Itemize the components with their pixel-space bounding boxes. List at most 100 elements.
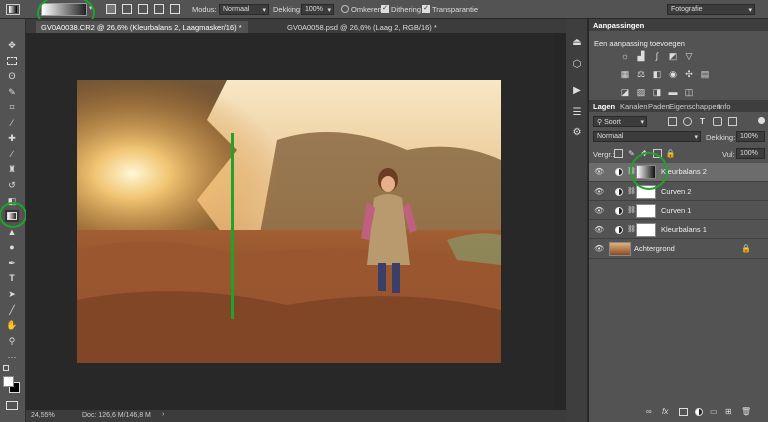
3d-panel-icon[interactable]: ⬡: [570, 57, 584, 71]
document-tab-active[interactable]: GV0A0038.CR2 @ 26,6% (Kleurbalans 2, Laa…: [36, 21, 248, 33]
brush-tool-icon[interactable]: ∕: [5, 148, 19, 160]
line-tool-icon[interactable]: ╱: [5, 304, 19, 316]
healing-brush-tool-icon[interactable]: ✚: [5, 132, 19, 144]
layer-name[interactable]: Curven 1: [661, 206, 691, 215]
hue-saturation-icon[interactable]: ▦: [619, 68, 631, 80]
layer-row[interactable]: 👁 ⛓ Kleurbalans 2: [589, 163, 768, 182]
layer-name[interactable]: Achtergrond: [634, 244, 675, 253]
levels-icon[interactable]: ▟: [635, 50, 647, 62]
posterize-icon[interactable]: ▨: [635, 86, 647, 98]
hand-tool-icon[interactable]: ✋: [5, 319, 19, 331]
layer-row[interactable]: 👁 ⛓ Kleurbalans 1: [589, 221, 768, 239]
clone-stamp-tool-icon[interactable]: ♜: [5, 163, 19, 175]
visibility-eye-icon[interactable]: 👁: [594, 206, 604, 216]
tab-paths[interactable]: Paden: [648, 102, 670, 111]
more-tools-icon[interactable]: ···: [5, 351, 19, 363]
photo-filter-icon[interactable]: ◉: [667, 68, 679, 80]
eyedropper-tool-icon[interactable]: ⁄: [5, 117, 19, 129]
tab-info[interactable]: Info: [718, 102, 731, 111]
mask-link-icon[interactable]: ⛓: [627, 187, 636, 195]
zoom-level[interactable]: 24,55%: [31, 412, 55, 419]
dither-checkbox[interactable]: ✓: [381, 5, 389, 13]
transparency-checkbox[interactable]: ✓: [422, 5, 430, 13]
layer-opacity-field[interactable]: 100%: [736, 131, 765, 142]
adjustments-panel-title[interactable]: Aanpassingen: [593, 21, 644, 30]
layer-filter-select[interactable]: ⚲ Soort ▾: [593, 116, 647, 127]
visibility-eye-icon[interactable]: 👁: [594, 225, 604, 235]
layer-thumbnail[interactable]: [609, 242, 631, 256]
delete-layer-icon[interactable]: 🗑: [741, 407, 751, 416]
filter-toggle[interactable]: [758, 117, 765, 124]
new-layer-icon[interactable]: ⊞: [725, 407, 732, 416]
color-lookup-icon[interactable]: ▤: [699, 68, 711, 80]
layer-row[interactable]: 👁 Achtergrond 🔒: [589, 240, 768, 259]
linear-gradient-icon[interactable]: [106, 4, 116, 14]
gradient-tool-icon[interactable]: [6, 4, 20, 15]
document-image[interactable]: [77, 80, 501, 363]
filter-smart-object-icon[interactable]: [728, 117, 737, 126]
radial-gradient-icon[interactable]: [122, 4, 132, 14]
adjustments-panel-icon[interactable]: ⚙: [570, 125, 584, 139]
black-white-icon[interactable]: ◧: [651, 68, 663, 80]
zoom-tool-icon[interactable]: ⚲: [5, 335, 19, 347]
color-balance-icon[interactable]: ⚖: [635, 68, 647, 80]
move-tool-icon[interactable]: ✥: [5, 39, 19, 51]
dodge-tool-icon[interactable]: ●: [5, 241, 19, 253]
layer-row[interactable]: 👁 ⛓ Curven 1: [589, 202, 768, 220]
filter-type-icon[interactable]: T: [698, 116, 707, 126]
invert-icon[interactable]: ◪: [619, 86, 631, 98]
diamond-gradient-icon[interactable]: [170, 4, 180, 14]
actions-panel-icon[interactable]: ▶: [570, 83, 584, 97]
filter-shape-icon[interactable]: [713, 117, 722, 126]
type-tool-icon[interactable]: T: [5, 272, 19, 284]
layer-mask-thumbnail[interactable]: [636, 223, 656, 237]
new-adjustment-layer-icon[interactable]: [695, 408, 703, 416]
layer-row[interactable]: 👁 ⛓ Curven 2: [589, 183, 768, 201]
tab-properties[interactable]: Eigenschappen: [669, 102, 721, 111]
quick-selection-tool-icon[interactable]: ✎: [5, 86, 19, 98]
mask-link-icon[interactable]: ⛓: [627, 225, 636, 233]
link-layers-icon[interactable]: ∞: [646, 407, 652, 416]
mode-select[interactable]: Normaal ▾: [219, 4, 269, 15]
pen-tool-icon[interactable]: ✒: [5, 257, 19, 269]
opacity-field[interactable]: 100% ▾: [301, 4, 334, 15]
mask-link-icon[interactable]: ⛓: [627, 206, 636, 214]
filter-pixel-icon[interactable]: [668, 117, 677, 126]
visibility-eye-icon[interactable]: 👁: [594, 244, 604, 254]
layer-name[interactable]: Curven 2: [661, 187, 691, 196]
exposure-icon[interactable]: ◩: [667, 50, 679, 62]
status-arrow-icon[interactable]: ›: [162, 411, 164, 418]
gradient-map-icon[interactable]: ▬: [667, 86, 679, 98]
fill-field[interactable]: 100%: [736, 148, 765, 159]
tab-layers[interactable]: Lagen: [593, 102, 615, 111]
threshold-icon[interactable]: ◨: [651, 86, 663, 98]
crop-tool-icon[interactable]: ⌗: [5, 101, 19, 113]
default-colors-icon[interactable]: [3, 365, 9, 371]
channel-mixer-icon[interactable]: ✣: [683, 68, 695, 80]
curves-icon[interactable]: ∫: [651, 50, 663, 62]
brightness-contrast-icon[interactable]: ☼: [619, 50, 631, 62]
reverse-checkbox[interactable]: [341, 5, 349, 13]
tab-channels[interactable]: Kanalen: [620, 102, 648, 111]
lock-all-icon[interactable]: 🔒: [666, 148, 676, 158]
layer-name[interactable]: Kleurbalans 1: [661, 225, 707, 234]
new-group-icon[interactable]: ▭: [710, 407, 718, 416]
history-brush-tool-icon[interactable]: ↺: [5, 179, 19, 191]
layer-style-icon[interactable]: fx: [662, 407, 668, 416]
foreground-color-swatch[interactable]: [3, 376, 14, 387]
document-tab[interactable]: GV0A0058.psd @ 26,6% (Laag 2, RGB/16) *: [282, 21, 437, 33]
properties-panel-icon[interactable]: ☰: [570, 105, 584, 119]
add-mask-icon[interactable]: [679, 408, 688, 416]
history-panel-icon[interactable]: ⏏: [570, 35, 584, 49]
vibrance-icon[interactable]: ▽: [683, 50, 695, 62]
filter-adjustment-icon[interactable]: [683, 117, 692, 126]
quick-mask-icon[interactable]: [6, 401, 18, 410]
layer-mask-thumbnail[interactable]: [636, 204, 656, 218]
lasso-tool-icon[interactable]: ʘ: [5, 70, 19, 82]
path-selection-tool-icon[interactable]: ➤: [5, 288, 19, 300]
lock-transparent-icon[interactable]: [614, 149, 623, 158]
workspace-select[interactable]: Fotografie ▾: [667, 4, 755, 15]
selective-color-icon[interactable]: ◫: [683, 86, 695, 98]
visibility-eye-icon[interactable]: 👁: [594, 167, 604, 177]
reflected-gradient-icon[interactable]: [154, 4, 164, 14]
